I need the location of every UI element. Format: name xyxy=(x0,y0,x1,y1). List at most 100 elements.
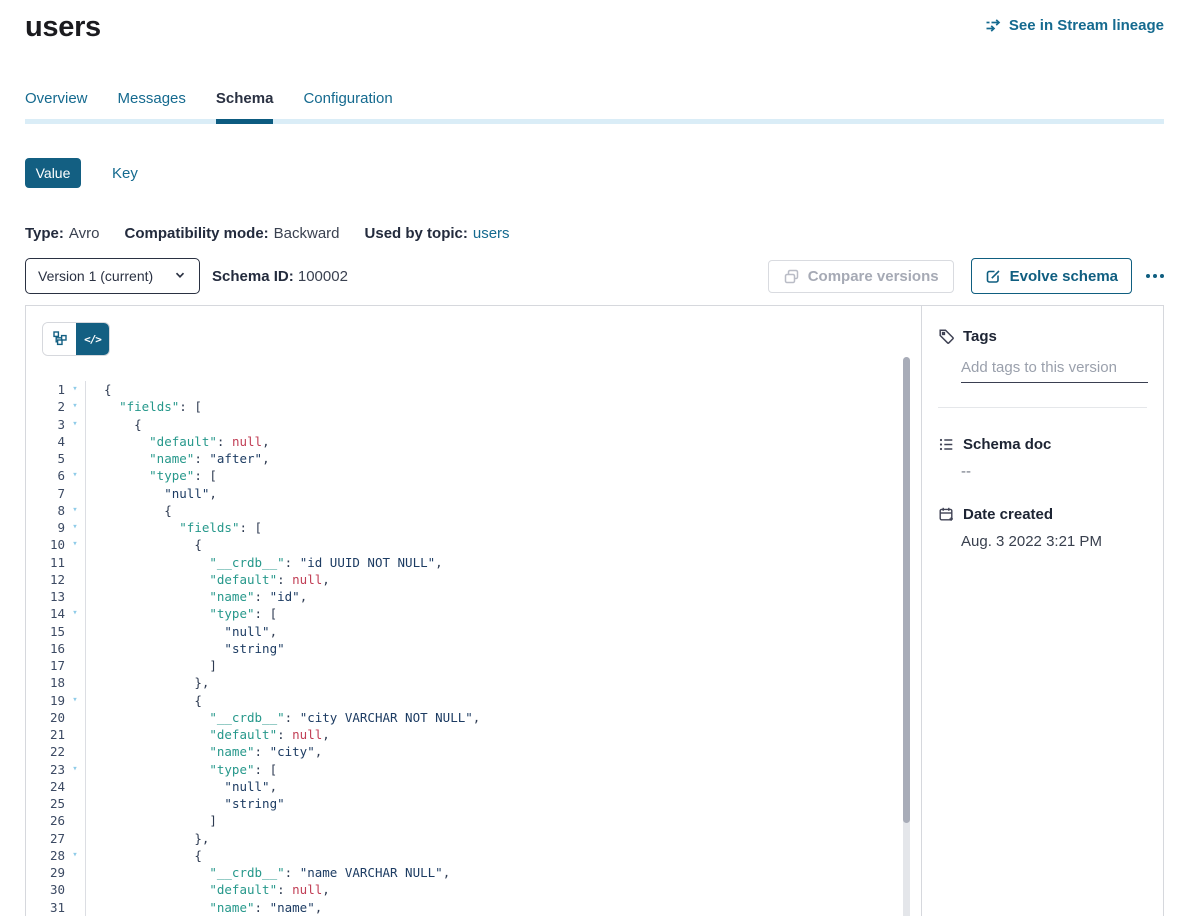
gutter: 19▾ xyxy=(26,692,86,709)
tags-input[interactable] xyxy=(961,357,1148,383)
line-number: 10 xyxy=(26,536,65,553)
code-line: 16 "string" xyxy=(26,640,921,657)
code-text: "default": null, xyxy=(86,881,330,898)
gutter: 11 xyxy=(26,554,86,571)
more-options-button[interactable] xyxy=(1146,258,1164,294)
version-select[interactable]: Version 1 (current) xyxy=(25,258,200,294)
schema-id-value: 100002 xyxy=(298,268,348,285)
line-number: 22 xyxy=(26,743,65,760)
code-text: "__crdb__": "id UUID NOT NULL", xyxy=(86,554,443,571)
fold-caret-icon[interactable]: ▾ xyxy=(65,398,85,415)
meta-compatibility-mode: Compatibility mode:Backward xyxy=(124,225,339,242)
fold-caret-icon[interactable]: ▾ xyxy=(65,467,85,484)
tab-bar-row: Overview Messages Schema Configuration xyxy=(0,90,1189,119)
tree-view-icon xyxy=(52,330,68,349)
fold-spacer xyxy=(65,709,85,726)
code-text: "fields": [ xyxy=(86,398,202,415)
code-line: 6▾ "type": [ xyxy=(26,467,921,484)
value-toggle-button[interactable]: Value xyxy=(25,158,81,188)
code-line: 23▾ "type": [ xyxy=(26,761,921,778)
evolve-schema-label: Evolve schema xyxy=(1010,268,1118,285)
code-text: { xyxy=(86,502,172,519)
version-select-value: Version 1 (current) xyxy=(38,268,153,284)
code-text: "__crdb__": "city VARCHAR NOT NULL", xyxy=(86,709,480,726)
code-line: 29 "__crdb__": "name VARCHAR NULL", xyxy=(26,864,921,881)
schema-meta-row: Type:AvroCompatibility mode:BackwardUsed… xyxy=(25,225,1164,242)
schema-id-label: Schema ID: xyxy=(212,268,294,285)
schema-editor: </> 1▾{2▾ "fields": [3▾ {4 "default": nu… xyxy=(26,306,921,916)
code-view-button[interactable]: </> xyxy=(76,323,109,355)
compare-versions-button[interactable]: Compare versions xyxy=(768,260,954,293)
line-number: 1 xyxy=(26,381,65,398)
line-number: 4 xyxy=(26,433,65,450)
line-number: 12 xyxy=(26,571,65,588)
code-line: 1▾{ xyxy=(26,381,921,398)
code-line: 24 "null", xyxy=(26,778,921,795)
schema-page: users See in Stream lineage Overview Mess… xyxy=(0,0,1189,916)
stream-lineage-icon xyxy=(985,17,1002,34)
fold-caret-icon[interactable]: ▾ xyxy=(65,416,85,433)
meta-value[interactable]: users xyxy=(473,225,510,242)
code-line: 5 "name": "after", xyxy=(26,450,921,467)
fold-caret-icon[interactable]: ▾ xyxy=(65,761,85,778)
schema-doc-value: -- xyxy=(961,463,1147,480)
fold-spacer xyxy=(65,830,85,847)
fold-spacer xyxy=(65,623,85,640)
tab-bar: Overview Messages Schema Configuration xyxy=(25,90,1164,119)
gutter: 17 xyxy=(26,657,86,674)
evolve-schema-button[interactable]: Evolve schema xyxy=(971,258,1132,294)
gutter: 14▾ xyxy=(26,605,86,622)
fold-caret-icon[interactable]: ▾ xyxy=(65,536,85,553)
line-number: 16 xyxy=(26,640,65,657)
tree-view-button[interactable] xyxy=(43,323,76,355)
fold-caret-icon[interactable]: ▾ xyxy=(65,847,85,864)
code-line: 9▾ "fields": [ xyxy=(26,519,921,536)
fold-caret-icon[interactable]: ▾ xyxy=(65,692,85,709)
tab-configuration[interactable]: Configuration xyxy=(303,90,392,119)
fold-spacer xyxy=(65,881,85,898)
code-line: 25 "string" xyxy=(26,795,921,812)
tab-messages[interactable]: Messages xyxy=(118,90,186,119)
gutter: 3▾ xyxy=(26,416,86,433)
fold-caret-icon[interactable]: ▾ xyxy=(65,519,85,536)
fold-caret-icon[interactable]: ▾ xyxy=(65,381,85,398)
stream-lineage-link[interactable]: See in Stream lineage xyxy=(985,17,1164,34)
code-line: 19▾ { xyxy=(26,692,921,709)
code-text: "string" xyxy=(86,795,285,812)
editor-scrollbar[interactable] xyxy=(903,357,910,916)
gutter: 15 xyxy=(26,623,86,640)
schema-controls-row: Version 1 (current) Schema ID: 100002 Co… xyxy=(25,258,1164,294)
line-number: 23 xyxy=(26,761,65,778)
gutter: 25 xyxy=(26,795,86,812)
gutter: 6▾ xyxy=(26,467,86,484)
gutter: 30 xyxy=(26,881,86,898)
gutter: 5 xyxy=(26,450,86,467)
gutter: 22 xyxy=(26,743,86,760)
code-line: 14▾ "type": [ xyxy=(26,605,921,622)
code-line: 3▾ { xyxy=(26,416,921,433)
tags-section: Tags xyxy=(938,328,1147,408)
fold-spacer xyxy=(65,450,85,467)
tab-overview[interactable]: Overview xyxy=(25,90,88,119)
gutter: 7 xyxy=(26,485,86,502)
gutter: 16 xyxy=(26,640,86,657)
meta-used-by-topic: Used by topic:users xyxy=(365,225,510,242)
fold-spacer xyxy=(65,899,85,916)
code-text: "name": "id", xyxy=(86,588,307,605)
schema-panel: </> 1▾{2▾ "fields": [3▾ {4 "default": nu… xyxy=(25,305,1164,916)
gutter: 12 xyxy=(26,571,86,588)
tab-schema[interactable]: Schema xyxy=(216,90,274,119)
date-created-value: Aug. 3 2022 3:21 PM xyxy=(961,533,1147,550)
gutter: 26 xyxy=(26,812,86,829)
fold-caret-icon[interactable]: ▾ xyxy=(65,502,85,519)
fold-spacer xyxy=(65,812,85,829)
code-text: "name": "name", xyxy=(86,899,322,916)
line-number: 2 xyxy=(26,398,65,415)
fold-spacer xyxy=(65,864,85,881)
fold-spacer xyxy=(65,726,85,743)
code-text: { xyxy=(86,381,112,398)
editor-scrollbar-thumb[interactable] xyxy=(903,357,910,823)
tags-title: Tags xyxy=(963,328,997,345)
key-toggle-link[interactable]: Key xyxy=(112,165,138,182)
fold-caret-icon[interactable]: ▾ xyxy=(65,605,85,622)
